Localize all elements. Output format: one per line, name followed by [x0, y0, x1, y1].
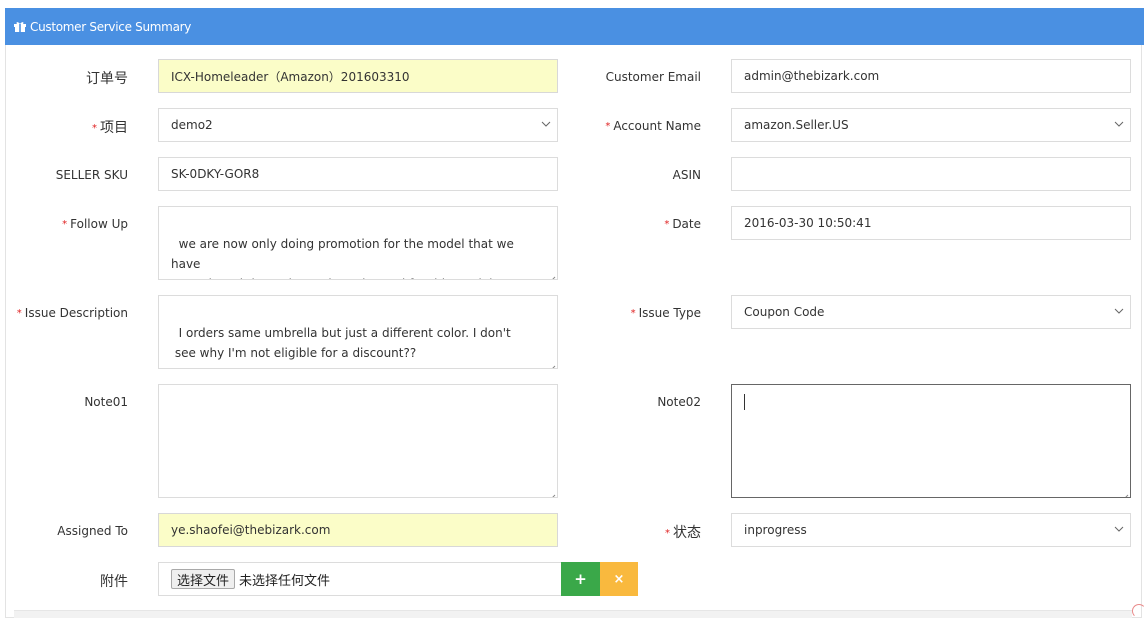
note01-textarea[interactable] [158, 384, 558, 498]
gift-icon [14, 21, 26, 33]
choose-file-button[interactable]: 选择文件 [171, 569, 236, 589]
issue-type-select[interactable]: Coupon Code [731, 295, 1131, 329]
customer-email-label: Customer Email [605, 70, 701, 84]
corner-badge [1132, 604, 1146, 618]
customer-email-input[interactable]: admin@thebizark.com [731, 59, 1131, 93]
project-label: * 项目 [92, 120, 128, 136]
required-marker: * [664, 219, 670, 230]
resize-handle-icon[interactable] [548, 359, 556, 368]
issue-description-label: * Issue Description [16, 306, 128, 320]
no-file-text: 未选择任何文件 [239, 573, 331, 589]
attachment-file-input: 选择文件 未选择任何文件 [158, 562, 562, 596]
chevron-down-icon [541, 119, 551, 129]
add-attachment-button[interactable]: + [561, 562, 600, 596]
issue-description-textarea[interactable]: I orders same umbrella but just a differ… [158, 295, 558, 369]
panel-footer [14, 610, 1132, 618]
required-marker: * [630, 308, 636, 319]
resize-handle-icon[interactable] [548, 488, 556, 497]
required-marker: * [92, 123, 97, 134]
required-marker: * [665, 528, 670, 539]
text-cursor [744, 394, 745, 410]
status-label: * 状态 [665, 525, 701, 541]
issue-type-label: * Issue Type [630, 306, 701, 320]
resize-handle-icon[interactable] [1121, 488, 1129, 497]
plus-icon: + [574, 570, 587, 588]
chevron-down-icon [1114, 306, 1124, 316]
panel-title: Customer Service Summary [30, 19, 192, 34]
note01-label: Note01 [84, 395, 128, 409]
follow-up-label: * Follow Up [62, 217, 128, 231]
account-name-select[interactable]: amazon.Seller.US [731, 108, 1131, 142]
asin-label: ASIN [672, 168, 701, 182]
required-marker: * [62, 219, 68, 230]
resize-handle-icon[interactable] [548, 270, 556, 279]
date-label: * Date [664, 217, 701, 231]
date-input[interactable]: 2016-03-30 10:50:41 [731, 206, 1131, 240]
seller-sku-label: SELLER SKU [55, 168, 128, 182]
assigned-to-label: Assigned To [57, 524, 128, 538]
order-no-label: 订单号 [86, 71, 128, 87]
account-name-label: * Account Name [605, 119, 701, 133]
required-marker: * [605, 121, 611, 132]
attachment-label: 附件 [100, 574, 128, 590]
note02-textarea[interactable] [731, 384, 1131, 498]
seller-sku-input[interactable]: SK-0DKY-GOR8 [158, 157, 558, 191]
project-select[interactable]: demo2 [158, 108, 558, 142]
panel-header: Customer Service Summary [5, 8, 1144, 45]
status-select[interactable]: inprogress [731, 513, 1131, 547]
required-marker: * [16, 308, 22, 319]
assigned-to-input[interactable]: ye.shaofei@thebizark.com [158, 513, 558, 547]
order-no-input[interactable]: ICX-Homeleader（Amazon）201603310 [158, 59, 558, 93]
chevron-down-icon [1114, 119, 1124, 129]
remove-attachment-button[interactable]: × [600, 562, 638, 596]
follow-up-textarea[interactable]: we are now only doing promotion for the … [158, 206, 558, 280]
asin-input[interactable] [731, 157, 1131, 191]
chevron-down-icon [1114, 524, 1124, 534]
note02-label: Note02 [657, 395, 701, 409]
close-icon: × [613, 571, 625, 587]
